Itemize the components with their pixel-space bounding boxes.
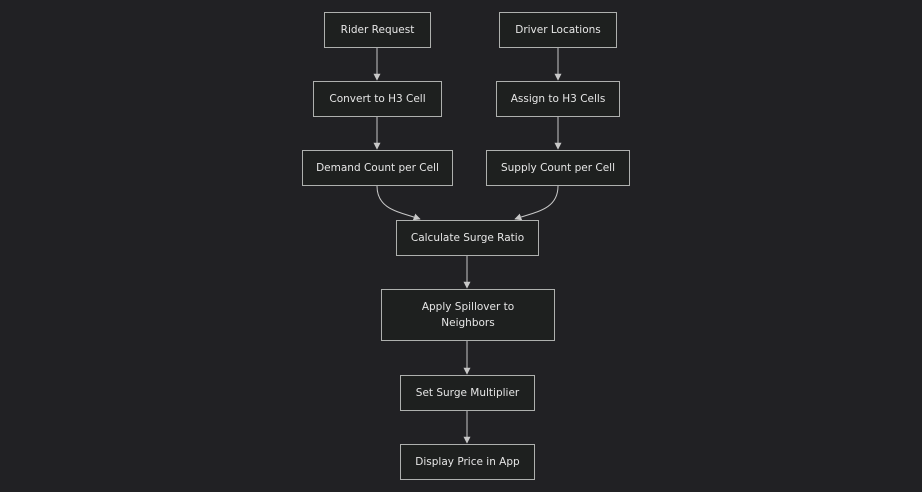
node-label: Display Price in App [415,456,520,468]
node-label: Convert to H3 Cell [329,93,426,105]
node-label: Demand Count per Cell [316,162,439,174]
node-label: Assign to H3 Cells [510,93,606,105]
node-convert-to-h3-cell: Convert to H3 Cell [313,81,442,117]
edge-supply-to-calc [514,185,559,221]
node-label: Set Surge Multiplier [415,387,520,399]
node-rider-request: Rider Request [324,12,431,48]
node-label: Rider Request [340,24,415,36]
flowchart-canvas: Rider Request Driver Locations Convert t… [0,0,922,492]
node-label: Calculate Surge Ratio [410,232,525,244]
node-label: Apply Spillover to Neighbors [421,301,515,329]
node-display-price: Display Price in App [400,444,535,480]
node-set-surge-multiplier: Set Surge Multiplier [400,375,535,411]
node-label: Supply Count per Cell [500,162,616,174]
edge-demand-to-calc [376,185,421,221]
node-driver-locations: Driver Locations [499,12,617,48]
node-calculate-surge-ratio: Calculate Surge Ratio [396,220,539,256]
node-assign-to-h3-cells: Assign to H3 Cells [496,81,620,117]
node-label: Driver Locations [515,24,601,36]
node-apply-spillover: Apply Spillover to Neighbors [381,289,555,341]
node-demand-count: Demand Count per Cell [302,150,453,186]
node-supply-count: Supply Count per Cell [486,150,630,186]
